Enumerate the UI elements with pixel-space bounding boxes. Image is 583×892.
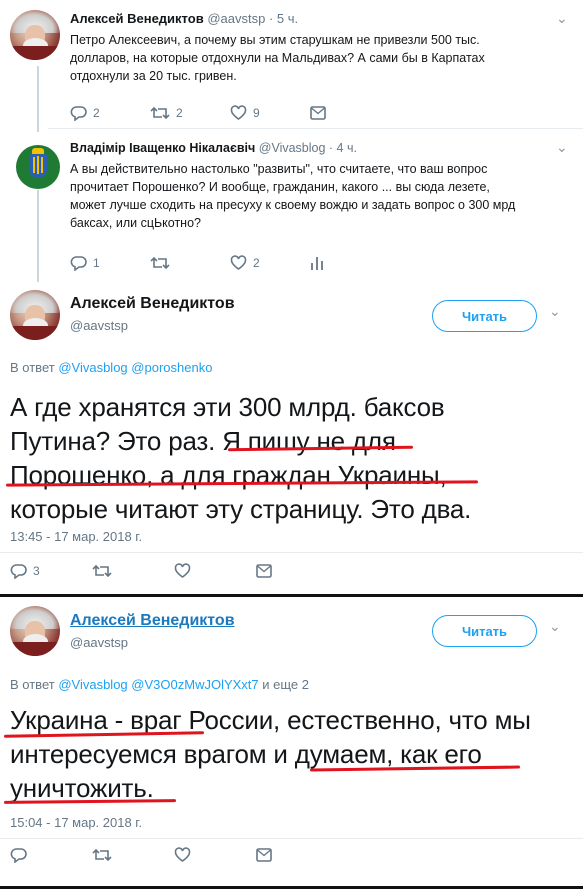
thread-line	[37, 66, 39, 132]
section-separator	[0, 594, 583, 597]
divider	[0, 838, 583, 839]
avatar[interactable]	[10, 290, 60, 340]
chevron-down-icon[interactable]: ⌄	[549, 303, 561, 320]
retweet-button[interactable]: 2	[150, 105, 230, 121]
like-button[interactable]	[174, 847, 256, 863]
mention-link[interactable]: @Vivasblog	[58, 677, 127, 692]
thread-line	[37, 190, 39, 282]
reply-context: В ответ @Vivasblog @V3O0zMwJOlYXxt7 и ещ…	[10, 677, 309, 692]
reply-button[interactable]: 3	[10, 563, 92, 579]
user-name[interactable]: Алексей Венедиктов	[70, 612, 235, 630]
divider	[48, 128, 583, 129]
more-mentions[interactable]: и еще 2	[262, 677, 309, 692]
like-button[interactable]: 2	[230, 255, 310, 271]
tweet-actions: 1 2	[70, 253, 324, 273]
reply-button[interactable]	[10, 847, 92, 863]
chevron-down-icon[interactable]: ⌄	[556, 10, 568, 27]
avatar[interactable]	[16, 145, 60, 189]
divider	[0, 552, 583, 553]
envelope-icon	[256, 564, 272, 578]
reply-button[interactable]: 1	[70, 255, 150, 271]
reply-icon	[70, 106, 87, 121]
avatar[interactable]	[10, 606, 60, 656]
timestamp[interactable]: 13:45 - 17 мар. 2018 г.	[10, 529, 142, 544]
message-button[interactable]	[256, 564, 272, 578]
like-button[interactable]: 9	[230, 105, 310, 121]
chevron-down-icon[interactable]: ⌄	[556, 139, 568, 156]
section-separator	[0, 886, 583, 889]
chevron-down-icon[interactable]: ⌄	[549, 618, 561, 635]
tweet-header: Алексей Венедиктов @aavstsp · 5 ч.	[70, 11, 298, 26]
tweet-text: А где хранятся эти 300 млрд. баксов Пути…	[10, 392, 472, 524]
tweet-header: Владімір Іващенко Нікалаєвіч @Vivasblog …	[70, 141, 357, 155]
mention-link[interactable]: @Vivasblog	[58, 360, 127, 375]
tweet-text: Петро Алексеевич, а почему вы этим стару…	[70, 33, 485, 83]
tweet-actions	[10, 845, 272, 865]
reply-icon	[10, 848, 27, 863]
user-name[interactable]: Владімір Іващенко Нікалаєвіч	[70, 141, 255, 155]
retweet-icon	[92, 564, 112, 578]
follow-button[interactable]: Читать	[432, 300, 537, 332]
tweet-text: А вы действительно настолько "развиты", …	[70, 162, 516, 230]
tweet-text: Украина - враг России, естественно, что …	[10, 705, 531, 803]
follow-button[interactable]: Читать	[432, 615, 537, 647]
tweet-time[interactable]: · 5 ч.	[269, 11, 298, 26]
avatar[interactable]	[10, 10, 60, 60]
envelope-icon	[310, 106, 326, 120]
tweet-actions: 2 2 9	[70, 103, 326, 123]
reply-button[interactable]: 2	[70, 105, 150, 121]
tweet-time[interactable]: · 4 ч.	[329, 141, 357, 155]
user-name[interactable]: Алексей Венедиктов	[70, 11, 204, 26]
mention-link[interactable]: @V3O0zMwJOlYXxt7	[131, 677, 258, 692]
user-handle[interactable]: @aavstsp	[70, 318, 128, 333]
like-button[interactable]	[174, 563, 256, 579]
reply-context: В ответ @Vivasblog @poroshenko	[10, 360, 213, 375]
retweet-icon	[150, 256, 170, 270]
user-handle[interactable]: @Vivasblog	[259, 141, 326, 155]
heart-icon	[174, 563, 191, 578]
retweet-button[interactable]	[92, 847, 174, 863]
envelope-icon	[256, 848, 272, 862]
heart-icon	[174, 847, 191, 862]
analytics-icon	[311, 257, 323, 270]
user-name[interactable]: Алексей Венедиктов	[70, 295, 235, 313]
message-button[interactable]	[256, 848, 272, 862]
retweet-icon	[92, 848, 112, 862]
mention-link[interactable]: @poroshenko	[131, 360, 212, 375]
heart-icon	[230, 255, 247, 270]
reply-icon	[10, 564, 27, 579]
heart-icon	[230, 105, 247, 120]
retweet-icon	[150, 106, 170, 120]
retweet-button[interactable]	[92, 563, 174, 579]
tweet-actions: 3	[10, 561, 272, 581]
retweet-button[interactable]	[150, 255, 230, 271]
timestamp[interactable]: 15:04 - 17 мар. 2018 г.	[10, 815, 142, 830]
message-button[interactable]	[310, 106, 326, 120]
reply-icon	[70, 256, 87, 271]
analytics-button[interactable]	[310, 255, 324, 271]
user-handle[interactable]: @aavstsp	[207, 11, 265, 26]
user-handle[interactable]: @aavstsp	[70, 635, 128, 650]
